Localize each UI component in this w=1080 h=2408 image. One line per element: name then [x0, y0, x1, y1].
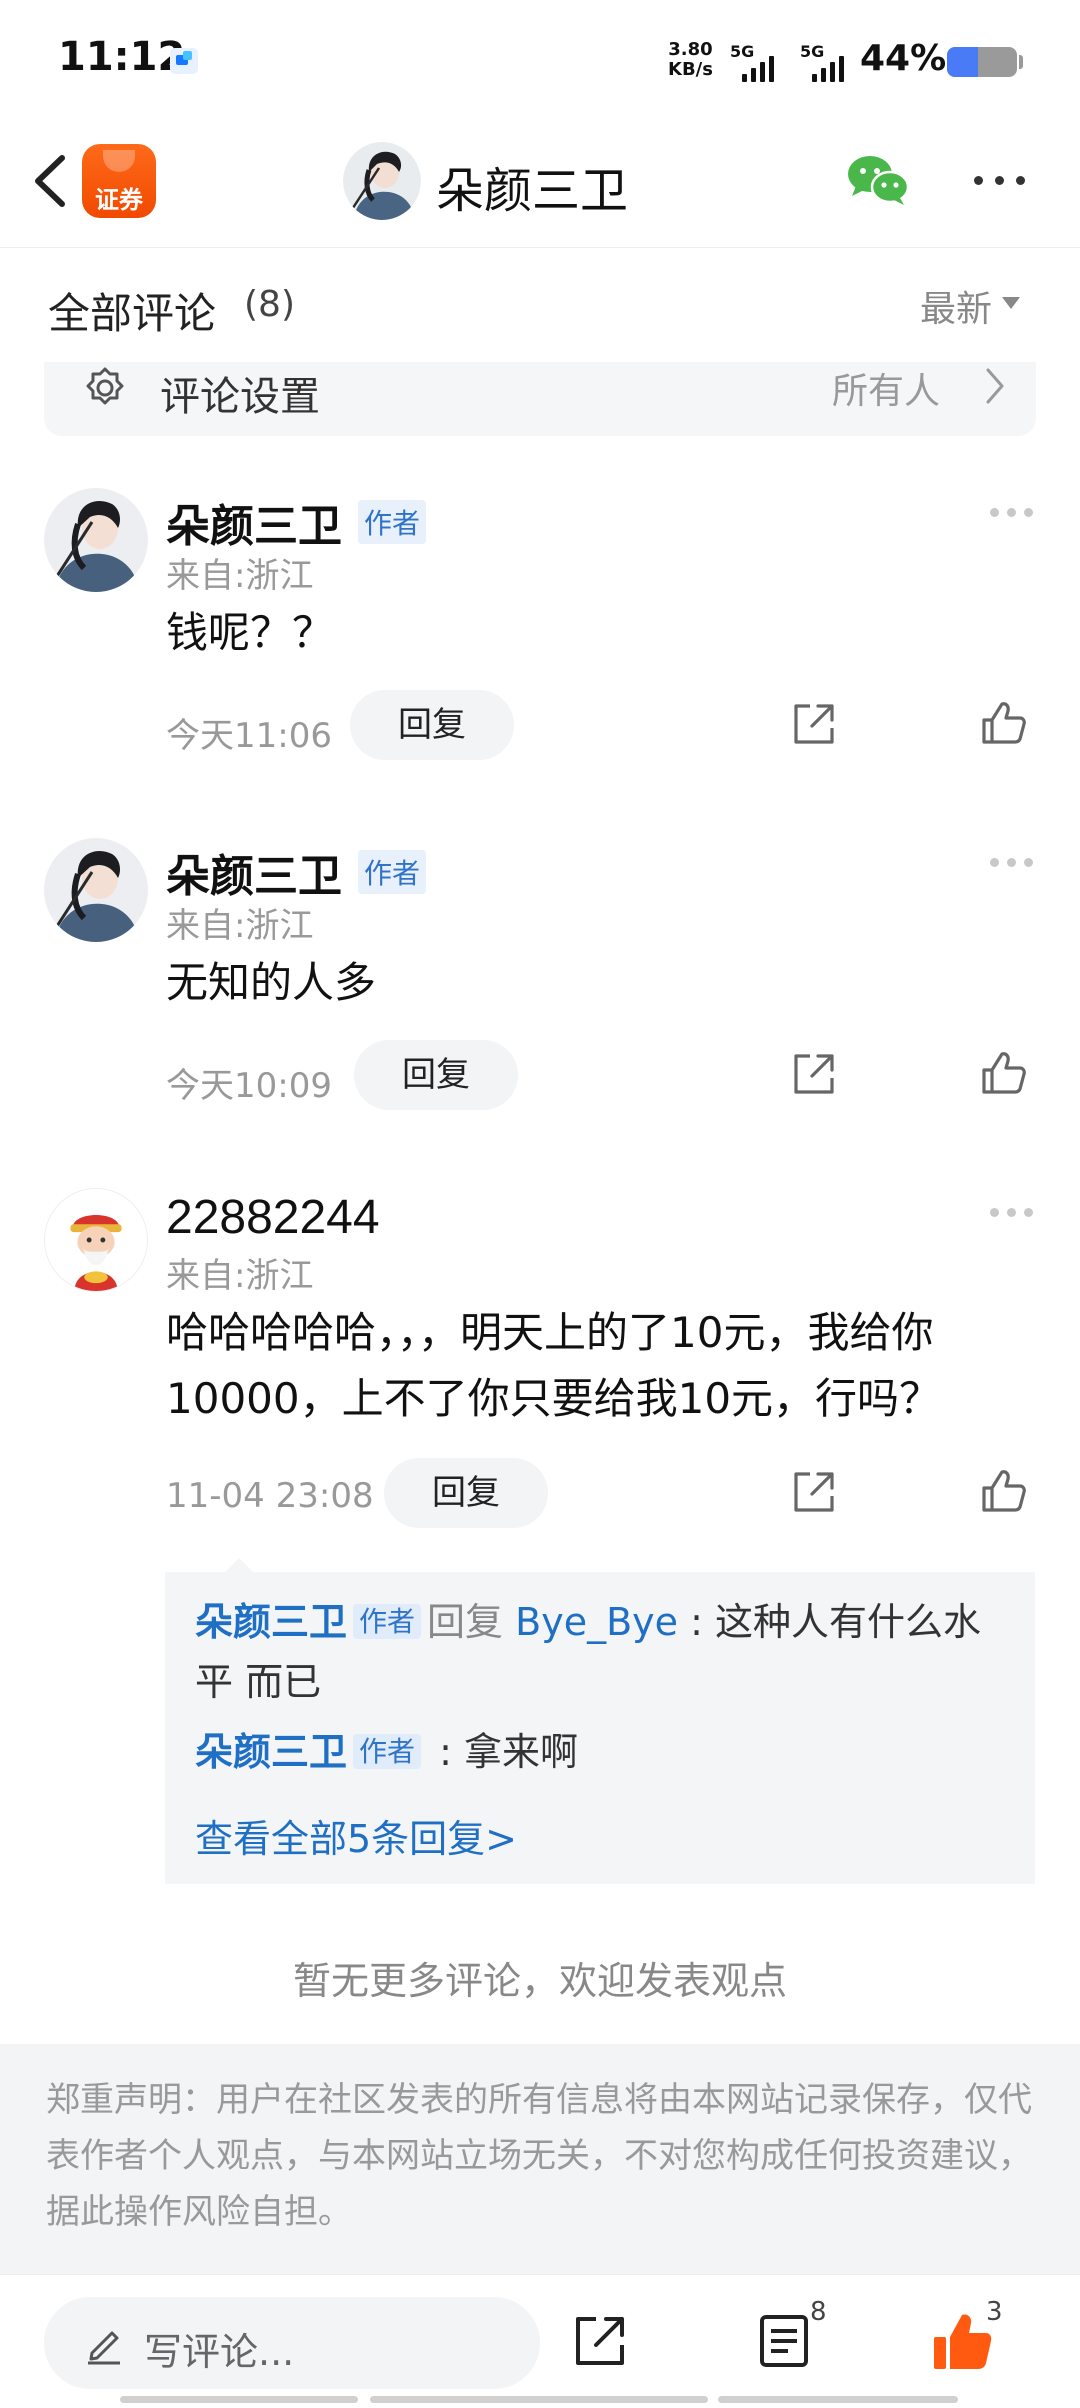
network-speed-unit: KB/s — [668, 59, 713, 80]
reply-text: 拿来啊 — [464, 1730, 579, 1774]
disclaimer-text: 郑重声明：用户在社区发表的所有信息将由本网站记录保存，仅代表作者个人观点，与本网… — [46, 2080, 1032, 2232]
reply-button[interactable]: 回复 — [350, 690, 514, 760]
comment-text: 无知的人多 — [166, 958, 377, 1007]
app-logo[interactable]: 证券 — [82, 144, 156, 218]
author-avatar[interactable] — [343, 142, 421, 220]
comment-settings-label: 评论设置 — [160, 374, 320, 420]
comment-location: 来自:浙江 — [166, 906, 314, 946]
like-icon[interactable] — [978, 1048, 1028, 1098]
reply-thread: 朵颜三卫 作者 回复 Bye_Bye : 这种人有什么水平 而已 朵颜三卫 作者 : … — [165, 1558, 1035, 1884]
comment-location: 来自:浙江 — [166, 556, 314, 596]
app-logo-text: 证券 — [95, 186, 143, 214]
comments-list-icon[interactable] — [756, 2313, 812, 2369]
comment-time: 今天10:09 — [166, 1066, 332, 1106]
share-icon[interactable] — [572, 2313, 628, 2369]
comments-count-badge: 8 — [810, 2297, 827, 2327]
network-speed-value: 3.80 — [668, 39, 713, 60]
gesture-bar-center — [370, 2396, 708, 2403]
sort-dropdown[interactable]: 最新 — [920, 280, 1021, 332]
author-badge: 作者 — [353, 1604, 422, 1639]
top-nav-bar: 证券 朵颜三卫 — [0, 120, 1080, 248]
comment-text: 钱呢？？ — [166, 608, 335, 657]
thumbs-up-icon[interactable] — [930, 2309, 994, 2373]
comment-more-icon[interactable] — [990, 508, 1033, 517]
share-icon[interactable] — [790, 1050, 838, 1098]
comment-text: 哈哈哈哈哈，，，明天上的了10元，我给你10000，上不了你只要给我10元，行吗… — [166, 1308, 942, 1423]
gear-icon — [86, 367, 124, 405]
comment-settings-row[interactable]: 评论设置 所有人 — [44, 362, 1036, 436]
comment-settings-value: 所有人 — [831, 371, 940, 412]
commenter-avatar[interactable] — [44, 838, 148, 942]
status-bar: 11:12 3.80 KB/s 5G 5G 44% — [0, 0, 1080, 120]
reply-verb: 回复 — [427, 1600, 504, 1644]
comments-title: 全部评论 — [48, 289, 217, 338]
comment-input-placeholder: 写评论... — [144, 2330, 295, 2374]
reply-item[interactable]: 朵颜三卫 作者 : 拿来啊 — [195, 1722, 1015, 1782]
commenter-name[interactable]: 22882244 — [166, 1190, 380, 1245]
comment-item: 朵颜三卫 作者 来自:浙江 无知的人多 今天10:09 回复 — [0, 836, 1080, 1136]
battery-tip — [1019, 55, 1023, 69]
battery-icon — [947, 47, 1017, 77]
gesture-bar-right — [718, 2396, 958, 2403]
commenter-avatar[interactable] — [44, 488, 148, 592]
comments-section-header: 全部评论 (8) 最新 — [0, 250, 1080, 360]
reply-author-name[interactable]: 朵颜三卫 — [195, 1730, 347, 1774]
commenter-name[interactable]: 朵颜三卫 — [166, 490, 342, 554]
comment-header: 朵颜三卫 作者 — [166, 840, 427, 904]
sort-label: 最新 — [920, 289, 993, 330]
gesture-bar-left — [120, 2396, 358, 2403]
comment-header: 朵颜三卫 作者 — [166, 490, 427, 554]
comment-time: 11-04 23:08 — [166, 1476, 374, 1516]
author-badge: 作者 — [358, 500, 427, 544]
status-time: 11:12 — [58, 34, 186, 80]
no-more-comments-text: 暂无更多评论，欢迎发表观点 — [292, 1959, 787, 2003]
wechat-share-icon[interactable] — [846, 154, 910, 206]
header-title: 朵颜三卫 — [436, 163, 629, 219]
share-icon[interactable] — [790, 700, 838, 748]
pencil-icon — [88, 2331, 120, 2365]
caret-down-icon — [1002, 297, 1021, 309]
commenter-avatar[interactable] — [44, 1188, 148, 1292]
reply-target-name[interactable]: Bye_Bye — [515, 1600, 678, 1644]
comments-count: (8) — [244, 284, 295, 325]
share-icon[interactable] — [790, 1468, 838, 1516]
more-options-icon[interactable] — [974, 176, 1025, 185]
reply-button[interactable]: 回复 — [354, 1040, 518, 1110]
reply-author-name[interactable]: 朵颜三卫 — [195, 1600, 347, 1644]
like-count-badge: 3 — [986, 2297, 1003, 2327]
like-icon[interactable] — [978, 1466, 1028, 1516]
reply-item[interactable]: 朵颜三卫 作者 回复 Bye_Bye : 这种人有什么水平 而已 — [195, 1592, 1015, 1712]
commenter-name[interactable]: 朵颜三卫 — [166, 840, 342, 904]
author-badge: 作者 — [358, 850, 427, 894]
reply-button[interactable]: 回复 — [384, 1458, 548, 1528]
chevron-right-icon — [986, 368, 1004, 404]
bottom-action-bar: 写评论... 8 3 — [0, 2274, 1080, 2408]
view-all-replies-link[interactable]: 查看全部5条回复> — [195, 1808, 517, 1863]
battery-percent: 44% — [860, 38, 947, 79]
write-comment-input[interactable]: 写评论... — [44, 2297, 540, 2389]
disclaimer-panel: 郑重声明：用户在社区发表的所有信息将由本网站记录保存，仅代表作者个人观点，与本网… — [0, 2044, 1080, 2274]
comment-time: 今天11:06 — [166, 716, 332, 756]
author-badge: 作者 — [353, 1734, 422, 1769]
comment-more-icon[interactable] — [990, 1208, 1033, 1217]
notification-app-icon — [170, 48, 198, 74]
comment-more-icon[interactable] — [990, 858, 1033, 867]
comment-header: 22882244 — [166, 1190, 380, 1245]
comment-location: 来自:浙江 — [166, 1256, 314, 1296]
network-speed: 3.80 KB/s — [668, 40, 713, 80]
comment-item: 朵颜三卫 作者 来自:浙江 钱呢？？ 今天11:06 回复 — [0, 486, 1080, 786]
back-arrow-icon[interactable] — [28, 150, 78, 212]
like-icon[interactable] — [978, 698, 1028, 748]
